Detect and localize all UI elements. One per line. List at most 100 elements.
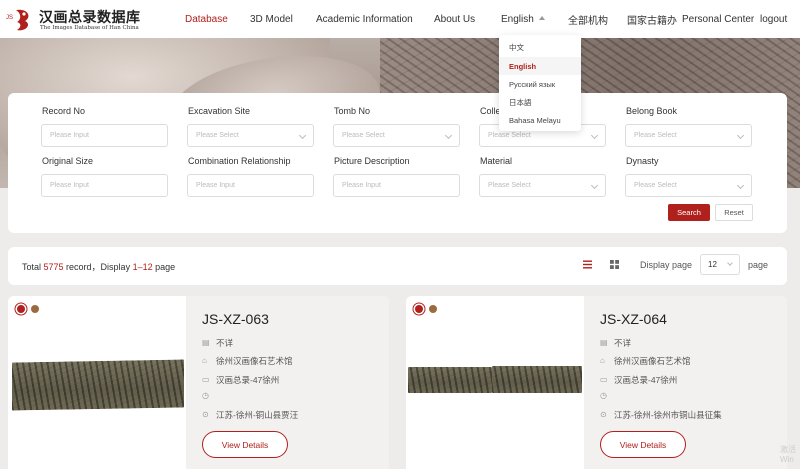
tag-dot-brown <box>429 305 437 313</box>
stone-relief-image <box>12 359 184 411</box>
label-tomb-no: Tomb No <box>334 106 371 116</box>
record-image[interactable] <box>406 296 584 469</box>
material-placeholder: Please Select <box>488 182 531 189</box>
display-range: 1–12 <box>132 262 153 272</box>
label-picture-description: Picture Description <box>334 156 410 166</box>
combination-relationship-placeholder: Please Input <box>196 182 235 189</box>
language-option-russian[interactable]: Русский язык <box>499 75 581 93</box>
record-id: JS-XZ-064 <box>600 311 667 327</box>
list-view-icon[interactable] <box>583 260 592 269</box>
picture-description-placeholder: Please Input <box>342 182 381 189</box>
record-location: ⊙ 江苏-徐州-铜山县贾汪 <box>202 409 298 421</box>
record-dynasty: ◷ <box>202 392 216 400</box>
label-dynasty: Dynasty <box>626 156 659 166</box>
chevron-down-icon <box>590 181 599 190</box>
record-location: ⊙ 江苏-徐州-徐州市铜山县征集 <box>600 409 722 421</box>
excavation-site-select[interactable]: Please Select <box>187 124 314 147</box>
tag-dot-brown <box>31 305 39 313</box>
record-book: ▭ 汉画总录-47徐州 <box>202 374 279 386</box>
nav-3d-model[interactable]: 3D Model <box>250 0 293 38</box>
excavation-site-placeholder: Please Select <box>196 132 239 139</box>
ruler-icon: ▤ <box>600 338 608 347</box>
nav-about-us[interactable]: About Us <box>434 0 475 38</box>
nav-database[interactable]: Database <box>185 0 228 38</box>
record-book: ▭ 汉画总录-47徐州 <box>600 374 677 386</box>
os-activation-watermark: 激活 Win <box>780 445 796 464</box>
total-suffix: page <box>152 262 176 272</box>
chevron-down-icon <box>444 131 453 140</box>
nav-personal-center[interactable]: Personal Center <box>682 0 754 38</box>
museum-icon: ⌂ <box>600 356 605 365</box>
record-image[interactable] <box>8 296 186 469</box>
language-option-malay[interactable]: Bahasa Melayu <box>499 111 581 129</box>
stone-relief-image <box>408 367 492 393</box>
record-book-value: 汉画总录-47徐州 <box>614 375 678 385</box>
tomb-no-placeholder: Please Select <box>342 132 385 139</box>
results-toolbar: Total 5775 record，Display 1–12 page Disp… <box>8 247 787 285</box>
ruler-icon: ▤ <box>202 338 210 347</box>
search-button[interactable]: Search <box>668 204 710 221</box>
reset-button[interactable]: Reset <box>715 204 753 221</box>
clock-icon: ◷ <box>600 391 607 400</box>
nav-logout[interactable]: logout <box>760 0 787 38</box>
label-belong-book: Belong Book <box>626 106 678 116</box>
site-logo[interactable]: JS 汉画总录数据库 The Images Database of Han Ch… <box>6 4 146 34</box>
dynasty-select[interactable]: Please Select <box>625 174 752 197</box>
record-no-input[interactable]: Please Input <box>41 124 168 147</box>
view-details-button[interactable]: View Details <box>202 431 288 458</box>
record-card[interactable]: JS-XZ-064 ▤ 不详 ⌂ 徐州汉画像石艺术馆 ▭ 汉画总录-47徐州 ◷ ⊙ 江… <box>406 296 787 469</box>
label-material: Material <box>480 156 513 166</box>
label-combination-relationship: Combination Relationship <box>188 156 291 166</box>
book-icon: ▭ <box>202 375 210 384</box>
belong-book-placeholder: Please Select <box>634 132 677 139</box>
caret-up-icon <box>538 16 545 20</box>
page-label: page <box>748 260 769 270</box>
nav-national-ancient-books-office[interactable]: 国家古籍办 <box>627 0 677 38</box>
record-museum: ⌂ 徐州汉画像石艺术馆 <box>202 355 293 367</box>
record-dynasty: ◷ <box>600 392 614 400</box>
combination-relationship-input[interactable]: Please Input <box>187 174 314 197</box>
clock-icon: ◷ <box>202 391 209 400</box>
nav-academic-information[interactable]: Academic Information <box>316 0 413 38</box>
display-page-label: Display page <box>640 260 693 270</box>
picture-description-input[interactable]: Please Input <box>333 174 460 197</box>
record-card[interactable]: JS-XZ-063 ▤ 不详 ⌂ 徐州汉画像石艺术馆 ▭ 汉画总录-47徐州 ◷ ⊙ 江… <box>8 296 389 469</box>
record-size: ▤ 不详 <box>600 337 631 349</box>
record-size: ▤ 不详 <box>202 337 233 349</box>
top-navbar: JS 汉画总录数据库 The Images Database of Han Ch… <box>0 0 800 38</box>
collection-placeholder: Please Select <box>488 132 531 139</box>
page-size-select[interactable]: 12 <box>700 254 740 275</box>
tomb-no-select[interactable]: Please Select <box>333 124 460 147</box>
search-panel: Record No Excavation Site Tomb No Collec… <box>8 93 787 233</box>
record-size-value: 不详 <box>216 338 234 348</box>
grid-view-icon[interactable] <box>610 260 619 269</box>
record-location-value: 江苏-徐州-徐州市铜山县征集 <box>614 410 722 420</box>
book-icon: ▭ <box>600 375 608 384</box>
chevron-down-icon <box>727 260 733 266</box>
language-option-chinese[interactable]: 中文 <box>499 38 581 56</box>
belong-book-select[interactable]: Please Select <box>625 124 752 147</box>
chevron-down-icon <box>736 131 745 140</box>
tag-dot-red <box>17 305 25 313</box>
chevron-down-icon <box>736 181 745 190</box>
record-museum: ⌂ 徐州汉画像石艺术馆 <box>600 355 691 367</box>
tag-dot-red <box>415 305 423 313</box>
original-size-input[interactable]: Please Input <box>41 174 168 197</box>
language-option-japanese[interactable]: 日本語 <box>499 93 581 111</box>
record-book-value: 汉画总录-47徐州 <box>216 375 280 385</box>
stone-relief-image <box>492 366 582 393</box>
page-size-value: 12 <box>708 260 717 269</box>
record-museum-value: 徐州汉画像石艺术馆 <box>614 356 691 366</box>
total-count: 5775 <box>43 262 64 272</box>
nav-all-institutions[interactable]: 全部机构 <box>568 0 608 38</box>
dynasty-placeholder: Please Select <box>634 182 677 189</box>
total-prefix: Total <box>22 262 44 272</box>
location-pin-icon: ⊙ <box>600 410 607 419</box>
nav-language[interactable]: English <box>501 0 545 38</box>
location-pin-icon: ⊙ <box>202 410 209 419</box>
view-details-button[interactable]: View Details <box>600 431 686 458</box>
material-select[interactable]: Please Select <box>479 174 606 197</box>
original-size-placeholder: Please Input <box>50 182 89 189</box>
chevron-down-icon <box>298 131 307 140</box>
language-option-english[interactable]: English <box>499 57 581 75</box>
